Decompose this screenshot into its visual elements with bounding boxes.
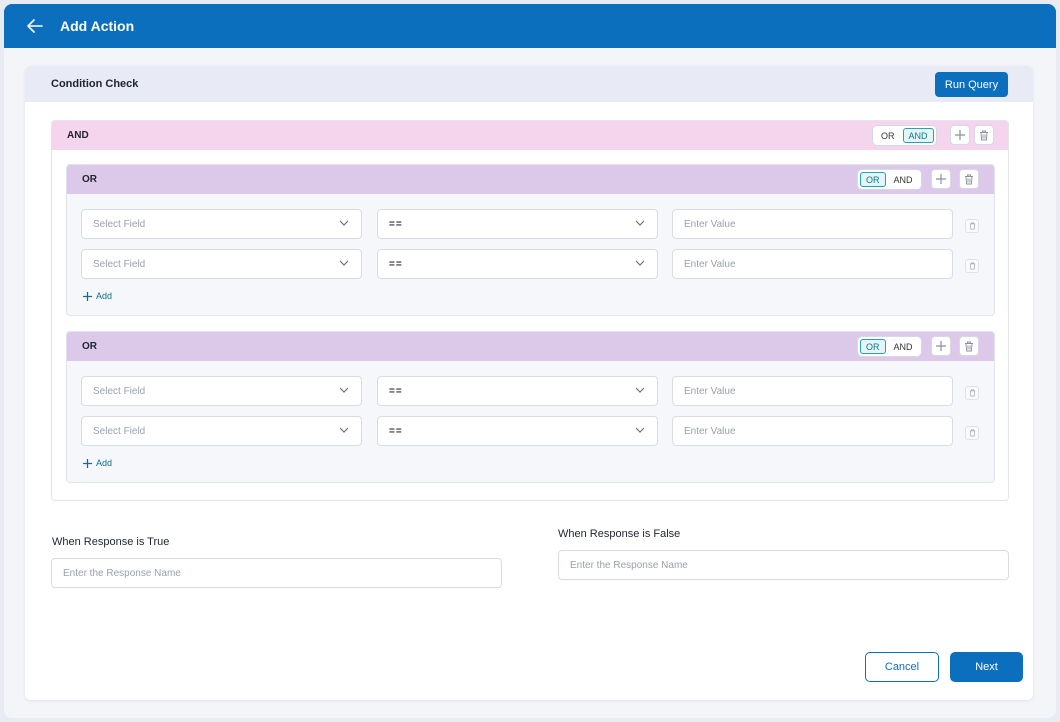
toggle-or[interactable]: OR	[875, 128, 901, 143]
field-select-placeholder: Select Field	[93, 385, 146, 397]
cancel-button[interactable]: Cancel	[865, 652, 939, 682]
response-false-placeholder: Enter the Response Name	[570, 559, 688, 571]
run-query-button[interactable]: Run Query	[935, 72, 1008, 97]
add-rule-label: Add	[96, 458, 113, 468]
next-button[interactable]: Next	[950, 652, 1023, 682]
operator-select[interactable]: ==	[377, 416, 658, 446]
trash-icon	[965, 174, 973, 184]
trash-icon	[969, 389, 975, 397]
group-label: OR	[82, 341, 97, 352]
value-input[interactable]: Enter Value	[672, 376, 953, 406]
logic-toggle: OR AND	[857, 336, 922, 357]
operator-select[interactable]: ==	[377, 249, 658, 279]
value-placeholder: Enter Value	[684, 218, 736, 230]
plus-icon	[936, 174, 946, 184]
page-title: Add Action	[60, 18, 135, 34]
delete-rule-button[interactable]	[965, 259, 979, 273]
or-group: OR OR AND Select Field == Enter Value Se…	[66, 164, 995, 316]
add-rule-button[interactable]	[931, 336, 951, 356]
condition-check-header: Condition Check Run Query	[25, 66, 1033, 102]
chevron-down-icon	[339, 220, 349, 226]
plus-icon	[83, 291, 92, 301]
operator-select[interactable]: ==	[377, 209, 658, 239]
toggle-and[interactable]: AND	[888, 339, 919, 354]
operator-select[interactable]: ==	[377, 376, 658, 406]
field-select-placeholder: Select Field	[93, 258, 146, 270]
response-true-placeholder: Enter the Response Name	[63, 567, 181, 579]
arrow-left-icon	[27, 19, 43, 33]
and-group: AND OR AND OR OR AND Select Field == Ent…	[51, 120, 1009, 501]
value-input[interactable]: Enter Value	[672, 209, 953, 239]
chevron-down-icon	[339, 260, 349, 266]
chevron-down-icon	[635, 260, 645, 266]
delete-rule-button[interactable]	[965, 386, 979, 400]
field-select[interactable]: Select Field	[81, 416, 362, 446]
add-group-button[interactable]	[950, 125, 970, 145]
top-bar: Add Action	[4, 4, 1056, 48]
add-rule-link[interactable]: Add	[83, 458, 112, 468]
add-rule-label: Add	[96, 291, 113, 301]
trash-icon	[969, 262, 975, 270]
operator-value: ==	[389, 425, 403, 437]
trash-icon	[969, 222, 975, 230]
delete-group-button[interactable]	[959, 336, 979, 356]
chevron-down-icon	[339, 387, 349, 393]
trash-icon	[965, 341, 973, 351]
toggle-or[interactable]: OR	[860, 172, 886, 187]
toggle-or[interactable]: OR	[860, 339, 886, 354]
section-title: Condition Check	[51, 78, 139, 90]
value-placeholder: Enter Value	[684, 258, 736, 270]
field-select-placeholder: Select Field	[93, 425, 146, 437]
value-placeholder: Enter Value	[684, 425, 736, 437]
chevron-down-icon	[635, 387, 645, 393]
add-rule-link[interactable]: Add	[83, 291, 112, 301]
delete-group-button[interactable]	[959, 169, 979, 189]
or-group-header: OR OR AND	[67, 165, 994, 194]
logic-toggle: OR AND	[872, 125, 937, 146]
group-label: AND	[67, 130, 89, 141]
value-input[interactable]: Enter Value	[672, 416, 953, 446]
add-rule-button[interactable]	[931, 169, 951, 189]
response-false-label: When Response is False	[558, 528, 681, 540]
or-group: OR OR AND Select Field == Enter Value Se…	[66, 331, 995, 483]
logic-toggle: OR AND	[857, 169, 922, 190]
plus-icon	[955, 130, 965, 140]
plus-icon	[83, 458, 92, 468]
operator-value: ==	[389, 385, 403, 397]
field-select[interactable]: Select Field	[81, 249, 362, 279]
value-placeholder: Enter Value	[684, 385, 736, 397]
trash-icon	[980, 130, 988, 140]
toggle-and[interactable]: AND	[902, 128, 934, 143]
toggle-and[interactable]: AND	[888, 172, 919, 187]
operator-value: ==	[389, 258, 403, 270]
response-true-input[interactable]: Enter the Response Name	[51, 558, 502, 588]
or-group-header: OR OR AND	[67, 332, 994, 361]
response-false-input[interactable]: Enter the Response Name	[558, 550, 1009, 580]
trash-icon	[969, 429, 975, 437]
chevron-down-icon	[635, 427, 645, 433]
field-select[interactable]: Select Field	[81, 209, 362, 239]
chevron-down-icon	[339, 427, 349, 433]
back-button[interactable]	[20, 11, 50, 41]
condition-card: Condition Check Run Query AND OR AND OR …	[25, 66, 1033, 700]
operator-value: ==	[389, 218, 403, 230]
delete-rule-button[interactable]	[965, 426, 979, 440]
delete-group-button[interactable]	[974, 125, 994, 145]
group-label: OR	[82, 174, 97, 185]
field-select[interactable]: Select Field	[81, 376, 362, 406]
delete-rule-button[interactable]	[965, 219, 979, 233]
and-group-header: AND OR AND	[52, 121, 1008, 150]
app-frame: Add Action Condition Check Run Query AND…	[4, 4, 1056, 718]
field-select-placeholder: Select Field	[93, 218, 146, 230]
chevron-down-icon	[635, 220, 645, 226]
plus-icon	[936, 341, 946, 351]
value-input[interactable]: Enter Value	[672, 249, 953, 279]
response-true-label: When Response is True	[52, 536, 170, 548]
